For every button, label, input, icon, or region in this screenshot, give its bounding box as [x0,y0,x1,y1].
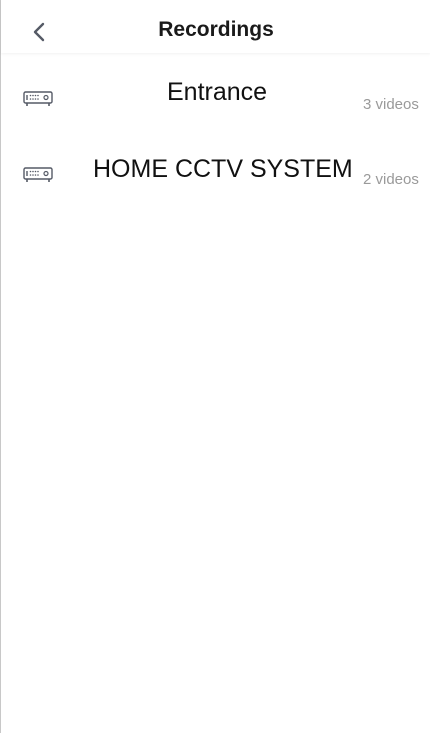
recording-item-home-cctv-system[interactable]: HOME CCTV SYSTEM 2 videos [1,131,430,209]
recording-count: 3 videos [363,96,419,113]
page-title: Recordings [158,18,274,41]
recording-item-entrance[interactable]: Entrance 3 videos [1,53,430,131]
recordings-screen: Recordings Entrance 3 videos HOME CCTV S… [0,0,430,733]
dvr-recorder-icon [23,91,53,106]
header-bar: Recordings [1,0,430,53]
recording-name: Entrance [167,78,268,106]
recording-name: HOME CCTV SYSTEM [93,155,353,183]
dvr-recorder-icon [23,167,53,182]
recording-count: 2 videos [363,171,419,188]
recordings-list: Entrance 3 videos HOME CCTV SYSTEM 2 vid… [1,53,430,209]
